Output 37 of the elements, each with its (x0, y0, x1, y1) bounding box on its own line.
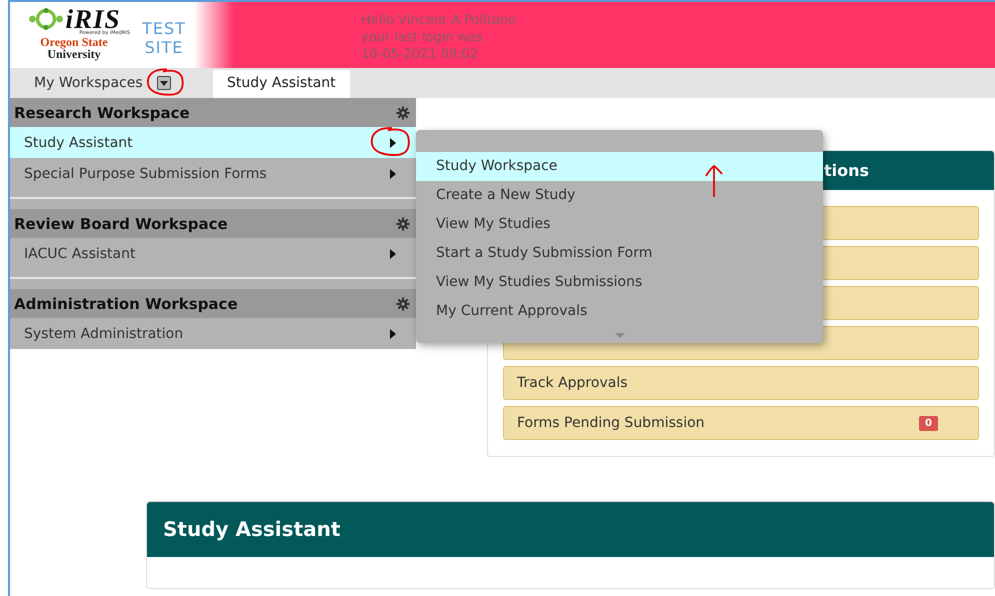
submenu-arrow-icon (390, 138, 396, 148)
action-row[interactable]: Track Approvals (503, 366, 979, 400)
menu-item[interactable]: System Administration (10, 318, 416, 349)
menu-item[interactable]: Start a Study Submission Form (416, 239, 823, 268)
institution-name: Oregon State (40, 36, 108, 48)
greeting-text: Hello Vincent A Politano (361, 12, 516, 29)
section-title: Administration Workspace (14, 294, 238, 312)
settings-icon (396, 296, 410, 310)
caret-icon (160, 80, 168, 86)
menu-item[interactable]: Study Assistant (10, 127, 416, 158)
count-badge: 0 (919, 416, 938, 430)
settings-icon (396, 106, 410, 120)
settings-icon (396, 216, 410, 230)
menu-item[interactable]: View My Studies Submissions (416, 268, 823, 297)
submenu-arrow-icon (390, 168, 396, 178)
greeting-text: 10-05-2021 09:02 (361, 46, 478, 63)
menu-item[interactable]: My Current Approvals (416, 297, 823, 326)
workspaces-menu-label[interactable]: My Workspaces (34, 75, 143, 91)
section-title: Review Board Workspace (14, 214, 228, 232)
menu-item[interactable]: IACUC Assistant (10, 238, 416, 269)
logo-icon (27, 8, 66, 30)
menu-item[interactable]: View My Studies (416, 210, 823, 239)
tab[interactable]: Study Assistant (213, 70, 350, 98)
menu-item[interactable]: Special Purpose Submission Forms (10, 158, 416, 189)
panel-title: Study Assistant (147, 502, 994, 557)
action-label: Forms Pending Submission (517, 415, 705, 431)
greeting-text: your last login was (361, 29, 484, 46)
dropdown-button[interactable] (156, 76, 171, 90)
institution-name: University (47, 48, 101, 60)
submenu-arrow-icon (390, 248, 396, 258)
submenu-arrow-icon (390, 328, 396, 338)
section-title: Research Workspace (14, 104, 190, 122)
menu-item[interactable]: Study Workspace (416, 152, 823, 181)
action-row[interactable]: Forms Pending Submission 0 (503, 406, 979, 440)
action-label: Track Approvals (517, 375, 628, 391)
logo-text: iRIS (65, 8, 121, 30)
site-label: TEST SITE (141, 18, 187, 59)
